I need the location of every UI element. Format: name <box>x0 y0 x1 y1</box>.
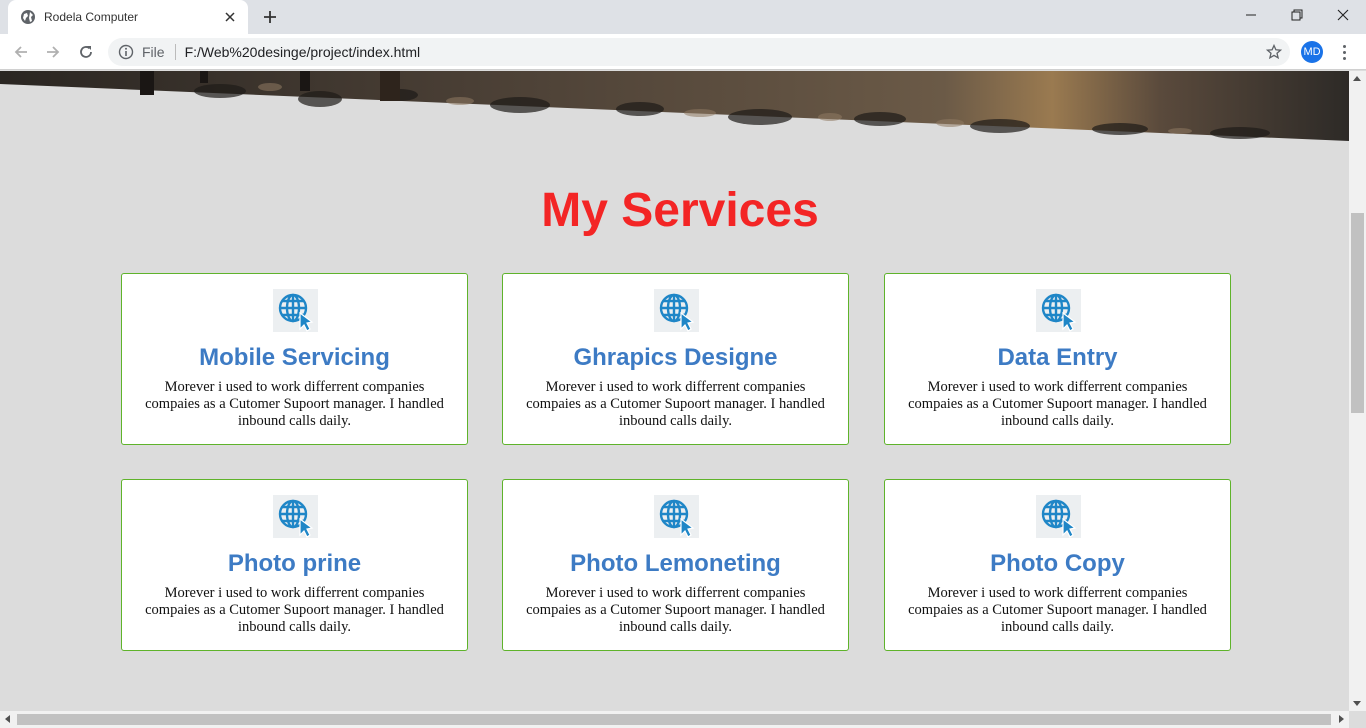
globe-cursor-icon <box>273 289 318 332</box>
service-card: Photo Lemoneting Morever i used to work … <box>502 479 849 651</box>
service-card: Ghrapics Designe Morever i used to work … <box>502 273 849 445</box>
page-viewport: My Services Mobile Servicing Morever i u… <box>0 71 1349 711</box>
globe-cursor-icon <box>654 289 699 332</box>
section-title: My Services <box>541 184 819 237</box>
profile-avatar[interactable]: MD <box>1301 41 1323 63</box>
new-tab-button[interactable] <box>258 6 282 28</box>
scroll-right-arrow-icon[interactable] <box>1339 715 1344 723</box>
reload-icon <box>80 46 92 58</box>
url-scheme-label: File <box>142 44 165 60</box>
vertical-scroll-thumb[interactable] <box>1351 213 1364 413</box>
service-title: Photo Lemoneting <box>570 550 781 577</box>
service-card: Mobile Servicing Morever i used to work … <box>121 273 468 445</box>
browser-toolbar: File F:/Web%20desinge/project/index.html… <box>0 34 1366 70</box>
arrow-right-icon <box>47 46 60 58</box>
globe-cursor-icon <box>1036 495 1081 538</box>
minimize-button[interactable] <box>1228 0 1274 30</box>
globe-cursor-icon <box>273 495 318 538</box>
tab-strip: Rodela Computer <box>0 0 1366 34</box>
arrow-left-icon <box>14 46 27 58</box>
browser-menu-icon[interactable] <box>1336 42 1352 62</box>
scroll-up-arrow-icon[interactable] <box>1353 76 1361 81</box>
service-description: Morever i used to work differrent compan… <box>908 585 1207 635</box>
url-text[interactable]: F:/Web%20desinge/project/index.html <box>185 44 421 60</box>
service-title: Photo Copy <box>990 550 1125 577</box>
restore-button[interactable] <box>1274 0 1320 30</box>
service-description: Morever i used to work differrent compan… <box>526 585 825 635</box>
tab-title: Rodela Computer <box>44 10 139 24</box>
service-title: Photo prine <box>227 550 362 577</box>
address-bar[interactable]: File F:/Web%20desinge/project/index.html <box>108 38 1290 66</box>
service-description: Morever i used to work differrent compan… <box>526 379 825 429</box>
service-card: Data Entry Morever i used to work differ… <box>884 273 1231 445</box>
scroll-left-arrow-icon[interactable] <box>5 715 10 723</box>
service-title: Ghrapics Designe <box>573 344 778 371</box>
service-card: Photo Copy Morever i used to work differ… <box>884 479 1231 651</box>
service-description: Morever i used to work differrent compan… <box>145 585 444 635</box>
info-icon[interactable] <box>118 44 134 60</box>
horizontal-scroll-thumb[interactable] <box>17 714 1331 725</box>
service-description: Morever i used to work differrent compan… <box>908 379 1207 429</box>
close-window-button[interactable] <box>1320 0 1366 30</box>
vertical-scrollbar[interactable] <box>1349 71 1366 711</box>
service-card: Photo prine Morever i used to work diffe… <box>121 479 468 651</box>
forward-button[interactable] <box>41 40 65 64</box>
back-button[interactable] <box>9 40 33 64</box>
globe-cursor-icon <box>1036 289 1081 332</box>
hero-banner-image <box>0 71 1349 141</box>
reload-button[interactable] <box>74 40 98 64</box>
scroll-down-arrow-icon[interactable] <box>1353 701 1361 706</box>
service-title: Data Entry <box>997 344 1118 371</box>
bookmark-star-icon[interactable] <box>1266 44 1282 60</box>
omnibox-divider <box>174 44 176 60</box>
service-description: Morever i used to work differrent compan… <box>145 379 444 429</box>
browser-tab[interactable]: Rodela Computer <box>8 0 248 34</box>
service-title: Mobile Servicing <box>199 344 390 371</box>
horizontal-scrollbar[interactable] <box>0 711 1349 728</box>
scrollbar-corner <box>1349 711 1366 728</box>
tab-close-icon[interactable] <box>222 9 238 25</box>
globe-cursor-icon <box>654 495 699 538</box>
globe-favicon-icon <box>21 10 35 24</box>
